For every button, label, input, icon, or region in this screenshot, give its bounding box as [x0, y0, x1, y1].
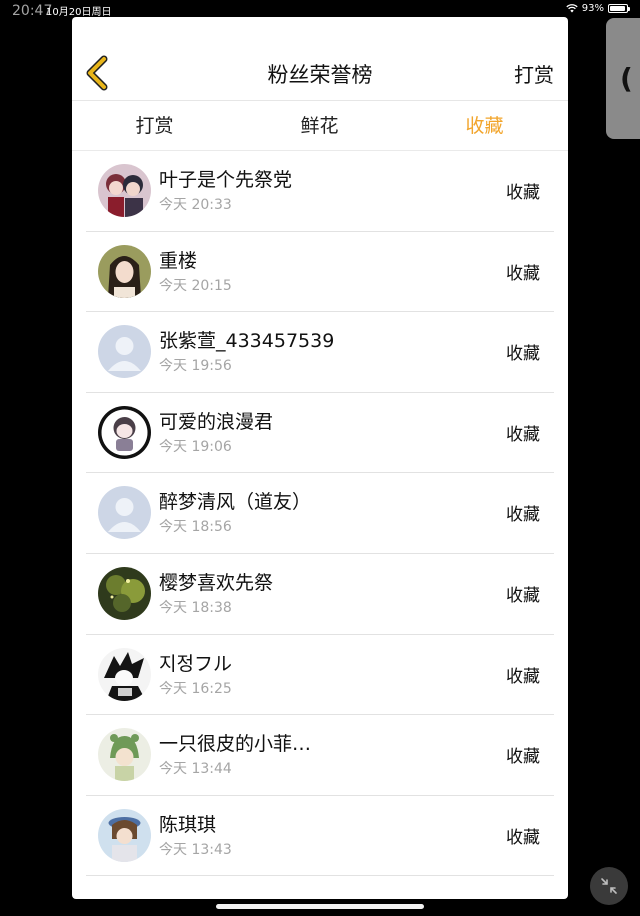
- fan-time: 今天 18:38: [159, 599, 232, 616]
- collapse-arrows-icon: [601, 878, 617, 894]
- fan-name: 重楼: [159, 249, 198, 272]
- fan-time: 今天 18:56: [159, 519, 232, 536]
- list-item[interactable]: 重楼 今天 20:15 收藏: [86, 232, 554, 313]
- list-item[interactable]: 지정フル 今天 16:25 收藏: [86, 635, 554, 716]
- tab-flowers[interactable]: 鲜花: [237, 101, 402, 150]
- fan-name: 陈琪琪: [159, 813, 217, 836]
- fan-time: 今天 13:44: [159, 761, 232, 778]
- list-item[interactable]: 陈琪琪 今天 13:43 收藏: [86, 796, 554, 877]
- wifi-icon: [566, 4, 578, 13]
- default-user-avatar[interactable]: [98, 486, 151, 540]
- favorite-label: 收藏: [506, 747, 540, 768]
- fan-name: 可爱的浪漫君: [159, 410, 274, 433]
- tab-favorites[interactable]: 收藏: [402, 101, 567, 150]
- anime-girl-avatar[interactable]: [98, 244, 151, 298]
- list-item[interactable]: 醉梦清风（道友） 今天 18:56 收藏: [86, 473, 554, 554]
- header: 粉丝荣誉榜 打赏: [72, 17, 568, 101]
- list-item[interactable]: 叶子是个先祭党 今天 20:33 收藏: [86, 151, 554, 232]
- anime-duo-avatar[interactable]: [98, 164, 151, 217]
- list-item[interactable]: 张紫萱_433457539 今天 19:56 收藏: [86, 312, 554, 393]
- status-date: 10月20日周日: [46, 7, 112, 18]
- chibi-avatar[interactable]: [98, 405, 151, 459]
- favorite-label: 收藏: [506, 183, 540, 203]
- fans-list: 叶子是个先祭党 今天 20:33 收藏 重楼 今天 20:15 收藏 张紫萱_4…: [72, 151, 568, 877]
- favorite-label: 收藏: [506, 666, 540, 687]
- hat-girl-avatar[interactable]: [98, 808, 151, 862]
- status-bar: 20:47 10月20日周日 93%: [0, 0, 640, 19]
- fan-time: 今天 19:56: [159, 358, 232, 375]
- default-user-avatar[interactable]: [98, 325, 151, 379]
- fan-name: 一只很皮的小菲…: [159, 733, 312, 756]
- favorite-label: 收藏: [506, 344, 540, 365]
- fan-name: 叶子是个先祭党: [159, 169, 293, 191]
- ink-sketch-avatar[interactable]: [98, 647, 151, 701]
- tab-bar: 打赏 鲜花 收藏: [72, 101, 568, 151]
- tip-button[interactable]: 打赏: [514, 59, 554, 88]
- fan-name: 지정フル: [159, 652, 232, 675]
- battery-icon: [608, 4, 630, 13]
- forest-avatar[interactable]: [98, 566, 151, 620]
- fan-time: 今天 20:33: [159, 197, 232, 213]
- side-drawer-handle[interactable]: (: [606, 18, 640, 139]
- tab-tips[interactable]: 打赏: [72, 101, 237, 150]
- fan-name: 樱梦喜欢先祭: [159, 571, 274, 594]
- fan-name: 醉梦清风（道友）: [159, 491, 312, 514]
- battery-percent: 93%: [581, 3, 604, 14]
- fans-ranking-panel: 粉丝荣誉榜 打赏 打赏 鲜花 收藏 叶子是个先祭党 今天 20:33 收藏 重楼…: [72, 17, 568, 899]
- fan-time: 今天 13:43: [159, 841, 232, 858]
- list-item[interactable]: 一只很皮的小菲… 今天 13:44 收藏: [86, 715, 554, 796]
- page-title: 粉丝荣誉榜: [267, 63, 373, 87]
- side-handle-glyph: (: [620, 62, 633, 95]
- fan-time: 今天 20:15: [159, 277, 232, 294]
- list-item[interactable]: 樱梦喜欢先祭 今天 18:38 收藏: [86, 554, 554, 635]
- favorite-label: 收藏: [506, 263, 540, 284]
- home-indicator[interactable]: [216, 904, 424, 909]
- fan-time: 今天 19:06: [159, 438, 232, 455]
- green-hair-avatar[interactable]: [98, 728, 151, 782]
- favorite-label: 收藏: [506, 585, 540, 606]
- fan-name: 张紫萱_433457539: [159, 330, 335, 353]
- favorite-label: 收藏: [506, 827, 540, 848]
- collapse-button[interactable]: [590, 867, 628, 905]
- favorite-label: 收藏: [506, 505, 540, 526]
- fan-time: 今天 16:25: [159, 680, 232, 697]
- list-item[interactable]: 可爱的浪漫君 今天 19:06 收藏: [86, 393, 554, 474]
- favorite-label: 收藏: [506, 424, 540, 445]
- status-right: 93%: [566, 3, 630, 14]
